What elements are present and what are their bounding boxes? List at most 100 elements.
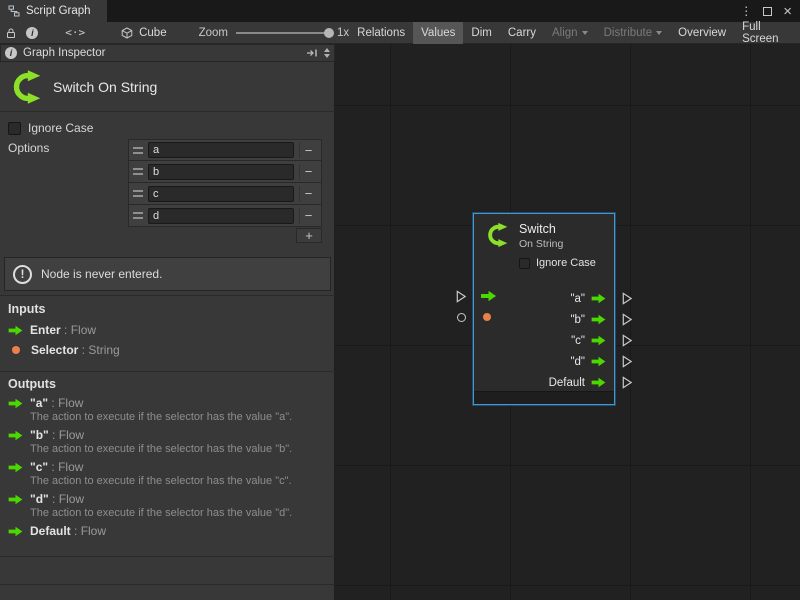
graph-inspector-header: i Graph Inspector bbox=[0, 44, 335, 62]
option-row: − bbox=[128, 161, 322, 183]
full-screen-button[interactable]: Full Screen bbox=[734, 22, 800, 44]
switch-node-icon bbox=[484, 222, 510, 248]
zoom-value: 1x bbox=[337, 27, 349, 39]
inspect-toggle-button[interactable]: i bbox=[22, 22, 44, 44]
overview-button[interactable]: Overview bbox=[670, 22, 734, 44]
info-icon: i bbox=[26, 27, 38, 39]
flow-arrow-icon bbox=[591, 314, 606, 325]
option-input[interactable] bbox=[148, 208, 294, 224]
drag-handle-icon[interactable] bbox=[133, 190, 143, 197]
option-input[interactable] bbox=[148, 164, 294, 180]
warning-box: ! Node is never entered. bbox=[4, 257, 331, 291]
node-output-rows: "a" "b" "c" "d" Default bbox=[474, 288, 614, 393]
toolbar-buttons: Relations Values Dim Carry Align Distrib… bbox=[349, 22, 800, 44]
switch-node-icon bbox=[8, 69, 44, 105]
add-option-button[interactable]: + bbox=[296, 228, 322, 243]
option-row: − bbox=[128, 183, 322, 205]
node-header: Switch On String bbox=[474, 214, 614, 250]
remove-option-button[interactable]: − bbox=[299, 186, 317, 202]
chevron-up-icon bbox=[324, 48, 330, 52]
values-button[interactable]: Values bbox=[413, 22, 463, 44]
inputs-header: Inputs bbox=[8, 302, 46, 316]
graph-breadcrumb[interactable]: Cube bbox=[117, 27, 171, 39]
divider bbox=[0, 371, 335, 372]
output-port-default[interactable] bbox=[621, 376, 633, 389]
distribute-dropdown[interactable]: Distribute bbox=[596, 22, 671, 44]
window-controls: ⋮ × bbox=[740, 0, 800, 22]
outputs-list: "a" : Flow The action to execute if the … bbox=[8, 396, 328, 538]
ignore-case-label: Ignore Case bbox=[536, 257, 596, 269]
node-output-row: "d" bbox=[474, 351, 614, 372]
remove-option-button[interactable]: − bbox=[299, 164, 317, 180]
chevron-down-icon bbox=[324, 54, 330, 58]
zoom-slider-track[interactable] bbox=[236, 32, 331, 34]
lock-button[interactable] bbox=[0, 22, 22, 44]
ignore-case-label: Ignore Case bbox=[28, 121, 93, 135]
input-selector-row: Selector : String bbox=[8, 343, 120, 357]
script-graph-icon bbox=[8, 5, 20, 17]
option-row: − bbox=[128, 205, 322, 227]
drag-handle-icon[interactable] bbox=[133, 212, 143, 219]
maximize-icon[interactable] bbox=[763, 7, 772, 16]
dock-panel-icon[interactable] bbox=[306, 48, 318, 58]
carry-button[interactable]: Carry bbox=[500, 22, 544, 44]
remove-option-button[interactable]: − bbox=[299, 208, 317, 224]
outputs-header: Outputs bbox=[8, 377, 56, 391]
remove-option-button[interactable]: − bbox=[299, 142, 317, 158]
dim-button[interactable]: Dim bbox=[463, 22, 499, 44]
output-item: "a" : Flow The action to execute if the … bbox=[8, 396, 328, 424]
drag-handle-icon[interactable] bbox=[133, 168, 143, 175]
warning-icon: ! bbox=[13, 265, 32, 284]
panel-spinner[interactable] bbox=[324, 48, 330, 58]
divider bbox=[0, 295, 335, 296]
flow-arrow-icon bbox=[591, 293, 606, 304]
code-icon: <·> bbox=[65, 26, 85, 39]
window-menu-icon[interactable]: ⋮ bbox=[740, 5, 752, 17]
page-title: Switch On String bbox=[53, 79, 157, 95]
output-port-c[interactable] bbox=[621, 334, 633, 347]
output-description: The action to execute if the selector ha… bbox=[30, 443, 328, 456]
output-port-a[interactable] bbox=[621, 292, 633, 305]
flow-arrow-icon bbox=[591, 335, 606, 346]
tab-script-graph[interactable]: Script Graph bbox=[0, 0, 107, 22]
graph-name: Cube bbox=[139, 27, 167, 39]
relations-button[interactable]: Relations bbox=[349, 22, 413, 44]
node-output-row: "a" bbox=[474, 288, 614, 309]
ignore-case-checkbox[interactable] bbox=[519, 258, 530, 269]
flow-arrow-icon bbox=[8, 398, 23, 409]
option-input[interactable] bbox=[148, 142, 294, 158]
zoom-slider[interactable] bbox=[236, 26, 331, 40]
close-icon[interactable]: × bbox=[783, 4, 792, 19]
output-description: The action to execute if the selector ha… bbox=[30, 475, 328, 488]
graph-inspector-title: Graph Inspector bbox=[23, 47, 105, 59]
input-enter-row: Enter : Flow bbox=[8, 323, 96, 337]
cube-icon bbox=[121, 27, 133, 39]
chevron-down-icon bbox=[656, 31, 662, 35]
output-item: "c" : Flow The action to execute if the … bbox=[8, 460, 328, 488]
switch-on-string-node[interactable]: Switch On String Ignore Case "a" "b" bbox=[473, 213, 615, 405]
lock-icon bbox=[5, 27, 17, 39]
output-port-b[interactable] bbox=[621, 313, 633, 326]
option-row: − bbox=[128, 139, 322, 161]
graph-canvas[interactable]: Switch On String Ignore Case "a" "b" bbox=[335, 44, 800, 600]
warning-text: Node is never entered. bbox=[41, 267, 162, 281]
code-view-button[interactable]: <·> bbox=[59, 26, 91, 39]
zoom-control: Zoom 1x bbox=[199, 26, 350, 40]
node-subtitle: On String bbox=[519, 238, 563, 250]
zoom-slider-knob[interactable] bbox=[324, 28, 334, 38]
graph-inspector-panel: i Graph Inspector Switch On String Ignor… bbox=[0, 44, 335, 600]
output-item: "b" : Flow The action to execute if the … bbox=[8, 428, 328, 456]
flow-arrow-icon bbox=[8, 526, 23, 537]
option-input[interactable] bbox=[148, 186, 294, 202]
node-ignore-case-row: Ignore Case bbox=[519, 257, 614, 269]
flow-arrow-icon bbox=[8, 430, 23, 441]
output-item: "d" : Flow The action to execute if the … bbox=[8, 492, 328, 520]
ignore-case-row: Ignore Case bbox=[8, 121, 93, 135]
ignore-case-checkbox[interactable] bbox=[8, 122, 21, 135]
tab-bar: Script Graph ⋮ × bbox=[0, 0, 800, 22]
flow-input-port[interactable] bbox=[455, 290, 467, 303]
drag-handle-icon[interactable] bbox=[133, 147, 143, 154]
align-dropdown[interactable]: Align bbox=[544, 22, 596, 44]
output-port-d[interactable] bbox=[621, 355, 633, 368]
selector-input-port[interactable] bbox=[457, 313, 466, 322]
